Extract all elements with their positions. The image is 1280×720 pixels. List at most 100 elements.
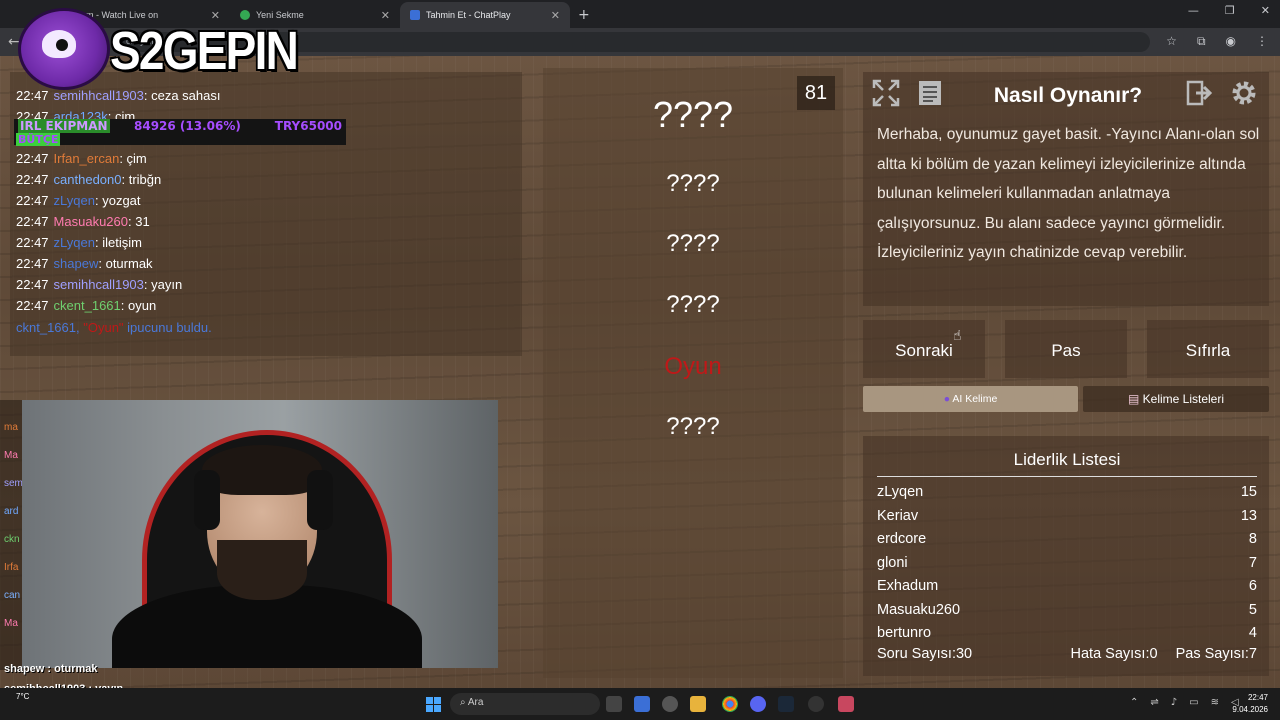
chat-time: 22:47 bbox=[16, 151, 49, 166]
tab-chatplay[interactable]: Tahmin Et - ChatPlay ✕ bbox=[400, 2, 570, 28]
hidden-word: ???? bbox=[652, 94, 734, 135]
reset-button[interactable]: Sıfırla bbox=[1147, 320, 1269, 378]
chat-message: 22:47 ckent_1661: oyun bbox=[16, 298, 156, 313]
strip-username: ckn bbox=[4, 534, 20, 545]
system-suffix: ipucunu buldu. bbox=[127, 320, 212, 335]
chat-time: 22:47 bbox=[16, 214, 49, 229]
game-stats: Soru Sayısı:30 Hata Sayısı:0 Pas Sayısı:… bbox=[877, 646, 1257, 662]
chat-username[interactable]: semihhcall1903 bbox=[54, 277, 144, 292]
new-tab-button[interactable]: + bbox=[578, 7, 590, 23]
how-to-play-title: Nasıl Oynanır? bbox=[993, 84, 1143, 107]
weather-widget[interactable]: 7°C bbox=[16, 692, 29, 701]
minimize-icon[interactable]: — bbox=[1188, 4, 1199, 17]
strip-username: can bbox=[4, 590, 21, 601]
chat-time: 22:47 bbox=[16, 256, 49, 271]
player-name: zLyqen bbox=[877, 484, 924, 500]
question-count: Soru Sayısı:30 bbox=[877, 646, 972, 662]
leaderboard-list[interactable]: zLyqen 15 Keriav 13 erdcore 8 gloni 7 Exhadum 6 Ma… bbox=[863, 482, 1269, 638]
mouse-cursor-icon: ☝ bbox=[953, 328, 962, 344]
next-button[interactable]: Sonraki bbox=[863, 320, 985, 378]
leaderboard-title: Liderlik Listesi bbox=[877, 450, 1257, 477]
headphone-right bbox=[307, 470, 333, 530]
app-icon[interactable] bbox=[808, 696, 824, 712]
extensions-icon[interactable]: ⧉ bbox=[1197, 34, 1206, 49]
error-count: Hata Sayısı:0 bbox=[1071, 646, 1158, 662]
chat-text: : çim bbox=[119, 151, 147, 166]
player-name: bertunro bbox=[877, 625, 932, 638]
chat-username[interactable]: zLyqen bbox=[54, 235, 95, 250]
chat-text: : oyun bbox=[120, 298, 157, 313]
strip-username: ard bbox=[4, 506, 19, 517]
streamer-logo: S2GEPIN bbox=[14, 0, 304, 92]
task-view-icon[interactable] bbox=[606, 696, 622, 712]
steam-icon[interactable] bbox=[778, 696, 794, 712]
exit-icon[interactable] bbox=[1183, 78, 1217, 112]
chat-username[interactable]: Irfan_ercan bbox=[54, 151, 120, 166]
chat-message: 22:47 Masuaku260: 31 bbox=[16, 214, 150, 229]
clock[interactable]: 22:47 9.04.2026 bbox=[1232, 692, 1268, 716]
maximize-icon[interactable]: ❐ bbox=[1225, 4, 1235, 17]
tab-favicon-icon bbox=[410, 10, 420, 20]
strip-username: Ma bbox=[4, 450, 18, 461]
chrome-icon[interactable] bbox=[722, 696, 738, 712]
leaderboard-row: zLyqen 15 bbox=[877, 484, 1257, 500]
goal-name: IRL EKIPMAN bbox=[18, 119, 110, 133]
player-score: 8 bbox=[1248, 531, 1257, 547]
chat-message: 22:47 canthedon0: tribğn bbox=[16, 172, 161, 187]
chat-text: : 31 bbox=[128, 214, 150, 229]
chat-username[interactable]: Masuaku260 bbox=[54, 214, 128, 229]
chevron-up-icon[interactable]: ⌃ bbox=[1130, 697, 1138, 708]
network-icon[interactable]: ⇌ bbox=[1150, 697, 1158, 708]
clock-date: 9.04.2026 bbox=[1232, 705, 1268, 714]
streamer-beard bbox=[217, 540, 307, 600]
tab-close-icon[interactable]: ✕ bbox=[381, 9, 390, 22]
chat-message: 22:47 semihhcall1903: yayın bbox=[16, 277, 182, 292]
logo-eye bbox=[42, 30, 76, 58]
notes-icon[interactable] bbox=[913, 78, 947, 112]
ai-word-button[interactable]: ● AI Kelime bbox=[863, 386, 1078, 412]
windows-start-icon[interactable] bbox=[426, 697, 441, 712]
strip-username: ma bbox=[4, 422, 18, 433]
leaderboard-row: Exhadum 6 bbox=[877, 578, 1257, 594]
microphone-icon[interactable]: ♪ bbox=[1171, 697, 1177, 708]
chat-time: 22:47 bbox=[16, 235, 49, 250]
player-name: erdcore bbox=[877, 531, 927, 547]
discord-icon[interactable] bbox=[750, 696, 766, 712]
chat-username[interactable]: canthedon0 bbox=[54, 172, 122, 187]
system-user: cknt_1661, bbox=[16, 320, 80, 335]
app-icon[interactable] bbox=[662, 696, 678, 712]
fullscreen-icon[interactable] bbox=[869, 78, 903, 112]
tab-close-icon[interactable]: ✕ bbox=[551, 9, 560, 22]
chat-username[interactable]: ckent_1661 bbox=[54, 298, 121, 313]
question-count-value: 30 bbox=[955, 646, 973, 662]
chat-username[interactable]: shapew bbox=[54, 256, 99, 271]
app-icon[interactable] bbox=[634, 696, 650, 712]
player-name: Keriav bbox=[877, 507, 919, 524]
chat-username[interactable]: zLyqen bbox=[54, 193, 95, 208]
words-panel: 81 ???????????????? Oyun???? bbox=[543, 68, 843, 678]
chat-text: : tribğn bbox=[121, 172, 162, 187]
chat-message: 22:47 Irfan_ercan: çim bbox=[16, 151, 147, 166]
file-explorer-icon[interactable] bbox=[690, 696, 706, 712]
word-lists-button[interactable]: ▤ Kelime Listeleri bbox=[1083, 386, 1269, 412]
question-count-label: Soru Sayısı: bbox=[877, 646, 956, 662]
close-window-icon[interactable]: ✕ bbox=[1261, 4, 1270, 17]
taskbar-search-input[interactable]: ⌕ Ara bbox=[450, 693, 600, 715]
leaderboard-row: Keriav 13 bbox=[877, 508, 1257, 524]
app-icon[interactable] bbox=[838, 696, 854, 712]
settings-gear-icon[interactable] bbox=[1227, 78, 1261, 112]
hidden-word: ???? bbox=[666, 413, 720, 440]
bookmark-star-icon[interactable]: ☆ bbox=[1166, 34, 1177, 49]
profile-icon[interactable]: ◉ bbox=[1226, 34, 1236, 49]
ai-icon: ● bbox=[943, 393, 951, 405]
search-placeholder: Ara bbox=[467, 697, 484, 708]
pass-button[interactable]: Pas bbox=[1005, 320, 1127, 378]
goal-amount: 84926 (13.06%) bbox=[134, 119, 241, 133]
secondary-chat-strip: ma Ma sem ard ckn Irfa can Ma bbox=[0, 400, 23, 670]
clock-time: 22:47 bbox=[1247, 693, 1268, 702]
windows-taskbar: 7°C ⌕ Ara ⌃ ⇌ ♪ ▭ ≋ ◁ 22:47 9.04.2026 bbox=[0, 688, 1280, 720]
display-icon[interactable]: ▭ bbox=[1189, 697, 1198, 708]
menu-dots-icon[interactable]: ⋮ bbox=[1256, 34, 1268, 49]
wifi-icon[interactable]: ≋ bbox=[1211, 697, 1219, 708]
chat-time: 22:47 bbox=[16, 298, 49, 313]
